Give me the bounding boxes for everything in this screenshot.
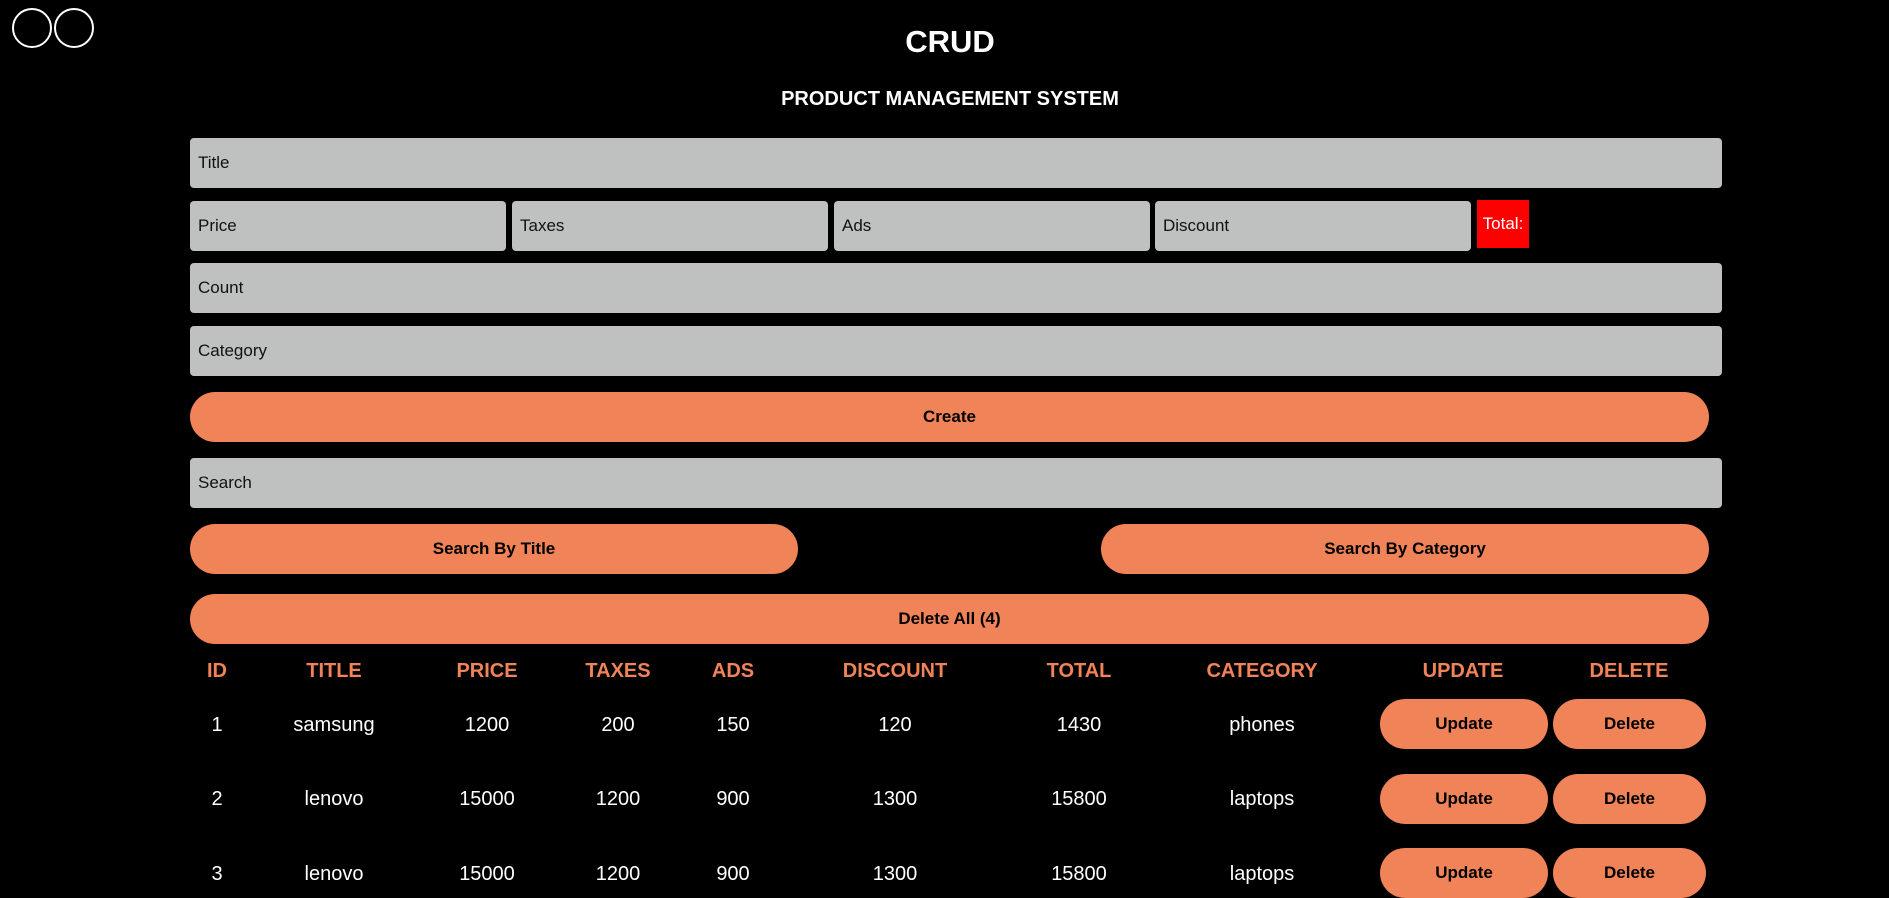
category-input[interactable] [190,326,1722,376]
search-by-title-button[interactable]: Search By Title [190,524,798,574]
delete-button[interactable]: Delete [1553,848,1706,898]
cell-id: 1 [211,714,223,736]
update-button[interactable]: Update [1380,699,1548,749]
search-input[interactable] [190,458,1722,508]
page-subtitle: PRODUCT MANAGEMENT SYSTEM [781,88,1119,110]
cell-ads: 900 [716,863,750,885]
total-display: Total: [1477,200,1529,248]
delete-all-button[interactable]: Delete All (4) [190,594,1709,644]
cell-title: samsung [293,714,375,736]
header-title: TITLE [306,660,362,682]
create-button[interactable]: Create [190,392,1709,442]
header-id: ID [207,660,227,682]
cell-taxes: 1200 [595,863,641,885]
title-input[interactable] [190,138,1722,188]
delete-button[interactable]: Delete [1553,699,1706,749]
cell-total: 15800 [1051,863,1107,885]
cell-id: 2 [211,788,223,810]
cell-ads: 150 [716,714,750,736]
header-price: PRICE [456,660,518,682]
cell-total: 1430 [1056,714,1102,736]
cell-discount: 120 [878,714,912,736]
cell-category: laptops [1229,863,1295,885]
cell-title: lenovo [304,788,364,810]
cell-taxes: 1200 [595,788,641,810]
cell-discount: 1300 [872,863,918,885]
update-button[interactable]: Update [1380,774,1548,824]
cell-price: 15000 [459,788,515,810]
cell-price: 1200 [464,714,510,736]
update-button[interactable]: Update [1380,848,1548,898]
cell-title: lenovo [304,863,364,885]
cell-taxes: 200 [601,714,635,736]
count-input[interactable] [190,263,1722,313]
cell-ads: 900 [716,788,750,810]
price-input[interactable] [190,201,506,251]
header-ads: ADS [711,660,755,682]
taxes-input[interactable] [512,201,828,251]
page-title: CRUD [905,24,995,59]
header-delete: DELETE [1589,660,1669,682]
ads-input[interactable] [834,201,1150,251]
cell-id: 3 [211,863,223,885]
cell-category: phones [1229,714,1295,736]
cell-total: 15800 [1051,788,1107,810]
header-update: UPDATE [1422,660,1504,682]
cell-category: laptops [1229,788,1295,810]
header-discount: DISCOUNT [842,660,948,682]
cell-discount: 1300 [872,788,918,810]
header-total: TOTAL [1046,660,1112,682]
search-by-category-button[interactable]: Search By Category [1101,524,1709,574]
delete-button[interactable]: Delete [1553,774,1706,824]
header-category: CATEGORY [1206,660,1318,682]
discount-input[interactable] [1155,201,1471,251]
header-taxes: TAXES [585,660,651,682]
cell-price: 15000 [459,863,515,885]
